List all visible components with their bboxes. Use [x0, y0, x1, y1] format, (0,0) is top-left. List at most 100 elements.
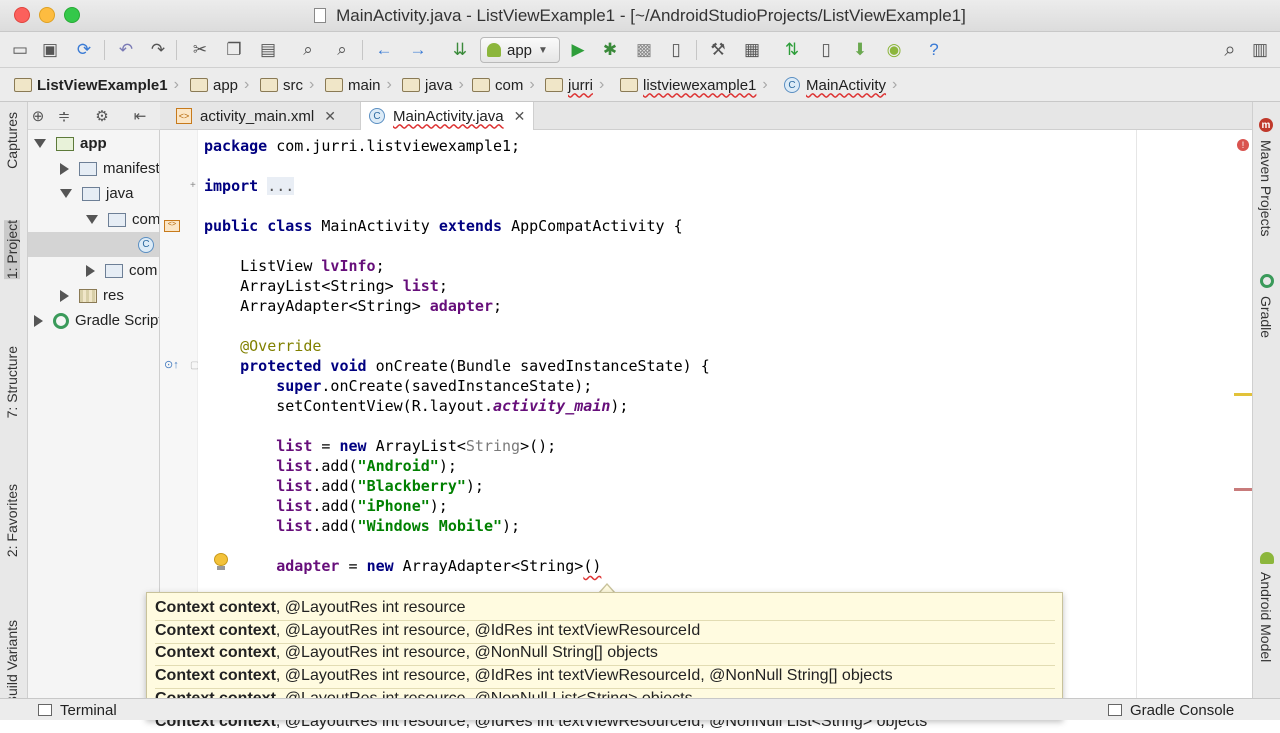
class-icon: C: [369, 108, 385, 124]
replace-icon[interactable]: ⌕: [330, 38, 354, 62]
breadcrumb-item[interactable]: jurri ›: [545, 74, 604, 96]
chevron-right-icon: ›: [599, 76, 605, 93]
gear-icon[interactable]: ⚙: [90, 104, 114, 128]
apply-changes-icon[interactable]: ▯: [664, 38, 688, 62]
tool-window-favorites[interactable]: 2: Favorites: [4, 484, 20, 557]
tab-activity-main-xml[interactable]: <> activity_main.xml ✕: [168, 102, 344, 130]
package-icon: [105, 263, 123, 278]
code-line: list = new ArrayList<String>();: [276, 437, 557, 455]
tool-window-maven-projects[interactable]: Maven Projects: [1258, 140, 1274, 236]
error-marker[interactable]: [1234, 488, 1252, 491]
layout-icon[interactable]: ▥: [1248, 38, 1272, 62]
tool-window-captures[interactable]: Captures: [4, 112, 20, 169]
tree-node-mainactivity[interactable]: C: [28, 232, 159, 257]
class-icon: C: [784, 77, 800, 93]
xml-layout-link-icon[interactable]: <>: [164, 220, 180, 232]
expand-arrow-icon[interactable]: [60, 189, 72, 198]
signature-option: Context context, @LayoutRes int resource: [155, 599, 466, 616]
breadcrumb-label: java: [425, 76, 453, 94]
class-icon: C: [138, 236, 154, 253]
breadcrumb-item[interactable]: main ›: [325, 74, 392, 96]
breadcrumb-item[interactable]: com ›: [472, 74, 535, 96]
save-icon[interactable]: ▣: [38, 38, 62, 62]
status-bar: Terminal Gradle Console: [0, 698, 1280, 720]
tree-node-package[interactable]: com: [86, 207, 159, 232]
gradle-console-button[interactable]: Gradle Console: [1108, 701, 1234, 719]
open-folder-icon[interactable]: ▭: [8, 38, 32, 62]
collapse-all-icon[interactable]: ≑: [52, 104, 76, 128]
cut-icon[interactable]: ✂: [188, 38, 212, 62]
run-icon[interactable]: ▶: [566, 38, 590, 62]
tree-node-gradle-scripts[interactable]: Gradle Scripts: [34, 308, 159, 333]
chevron-right-icon: ›: [309, 76, 315, 93]
copy-icon[interactable]: ❐: [222, 38, 246, 62]
code-line: ListView lvInfo;: [204, 257, 385, 275]
breadcrumb-item[interactable]: java ›: [402, 74, 464, 96]
tree-node-label: Gradle Scripts: [75, 312, 159, 329]
tree-node-label: app: [80, 135, 107, 152]
breadcrumb-item[interactable]: app ›: [190, 74, 249, 96]
tree-node-java[interactable]: java: [60, 181, 134, 206]
sdk-manager-icon[interactable]: ▦: [740, 38, 764, 62]
attach-debugger-icon[interactable]: ▩: [632, 38, 656, 62]
find-icon[interactable]: ⌕: [296, 38, 320, 62]
help-icon[interactable]: ?: [922, 38, 946, 62]
sync-gradle-icon[interactable]: ⇅: [780, 38, 804, 62]
collapse-arrow-icon[interactable]: [60, 289, 69, 302]
paste-icon[interactable]: ▤: [256, 38, 280, 62]
avd-manager-icon[interactable]: ▯: [814, 38, 838, 62]
tool-window-android-model[interactable]: Android Model: [1258, 572, 1274, 662]
error-indicator-icon[interactable]: !: [1237, 139, 1249, 151]
code-line: ArrayList<String> list;: [204, 277, 448, 295]
search-everywhere-icon[interactable]: ⌕: [1218, 38, 1242, 62]
target-icon[interactable]: ⊕: [26, 104, 50, 128]
tree-node-app[interactable]: app: [34, 131, 107, 156]
override-marker-icon[interactable]: ⊙↑: [164, 358, 179, 371]
breadcrumb-item[interactable]: src ›: [260, 74, 314, 96]
run-configuration-dropdown[interactable]: app ▼: [480, 37, 560, 63]
collapse-arrow-icon[interactable]: [60, 162, 69, 175]
editor-tab-bar: <> activity_main.xml ✕ C MainActivity.java ✕: [160, 102, 1252, 130]
collapse-arrow-icon[interactable]: [34, 314, 43, 327]
folded-imports[interactable]: ...: [267, 177, 295, 195]
breadcrumb-item[interactable]: C MainActivity ›: [784, 74, 897, 96]
tool-window-project[interactable]: 1: Project: [4, 220, 20, 280]
undo-icon[interactable]: ↶: [114, 38, 138, 62]
project-structure-icon[interactable]: ⚒: [706, 38, 730, 62]
collapse-arrow-icon[interactable]: [86, 264, 95, 277]
tool-window-gradle[interactable]: Gradle: [1258, 296, 1274, 338]
breadcrumb: ListViewExample1 › app › src › main › java › …: [0, 68, 1280, 102]
breadcrumb-item[interactable]: ListViewExample1 ›: [14, 74, 179, 96]
warning-marker[interactable]: [1234, 393, 1252, 396]
close-tab-icon[interactable]: ✕: [514, 108, 526, 125]
breadcrumb-item[interactable]: listviewexample1 ›: [620, 74, 768, 96]
fold-expand-icon[interactable]: +: [190, 180, 196, 191]
close-tab-icon[interactable]: ✕: [324, 108, 336, 125]
tree-node-manifests[interactable]: manifests: [60, 156, 159, 181]
toolbar-separator: [104, 40, 105, 60]
redo-icon[interactable]: ↷: [146, 38, 170, 62]
breadcrumb-label: app: [213, 76, 239, 94]
run-configuration-label: app: [507, 41, 533, 59]
sync-icon[interactable]: ⟳: [72, 38, 96, 62]
gradle-console-label: Gradle Console: [1130, 701, 1235, 719]
sdk-download-icon[interactable]: ⬇: [848, 38, 872, 62]
make-project-icon[interactable]: ⇊: [448, 38, 472, 62]
forward-icon[interactable]: →: [406, 38, 430, 62]
chevron-right-icon: ›: [529, 76, 535, 93]
back-icon[interactable]: ←: [372, 38, 396, 62]
tab-mainactivity-java[interactable]: C MainActivity.java ✕: [360, 102, 535, 130]
debug-icon[interactable]: ✱: [598, 38, 622, 62]
breadcrumb-label: listviewexample1: [643, 76, 757, 94]
lightbulb-icon[interactable]: [214, 553, 228, 571]
android-monitor-icon[interactable]: ◉: [882, 38, 906, 62]
terminal-button[interactable]: Terminal: [38, 701, 117, 719]
tool-window-structure[interactable]: 7: Structure: [4, 346, 20, 418]
tool-window-build-variants[interactable]: Build Variants: [4, 620, 20, 705]
tree-node-res[interactable]: res: [60, 283, 124, 308]
code-line: @Override: [240, 337, 322, 355]
tree-node-package[interactable]: com: [86, 258, 157, 283]
expand-arrow-icon[interactable]: [34, 139, 46, 148]
expand-arrow-icon[interactable]: [86, 215, 98, 224]
hide-panel-icon[interactable]: ⇤: [128, 104, 152, 128]
